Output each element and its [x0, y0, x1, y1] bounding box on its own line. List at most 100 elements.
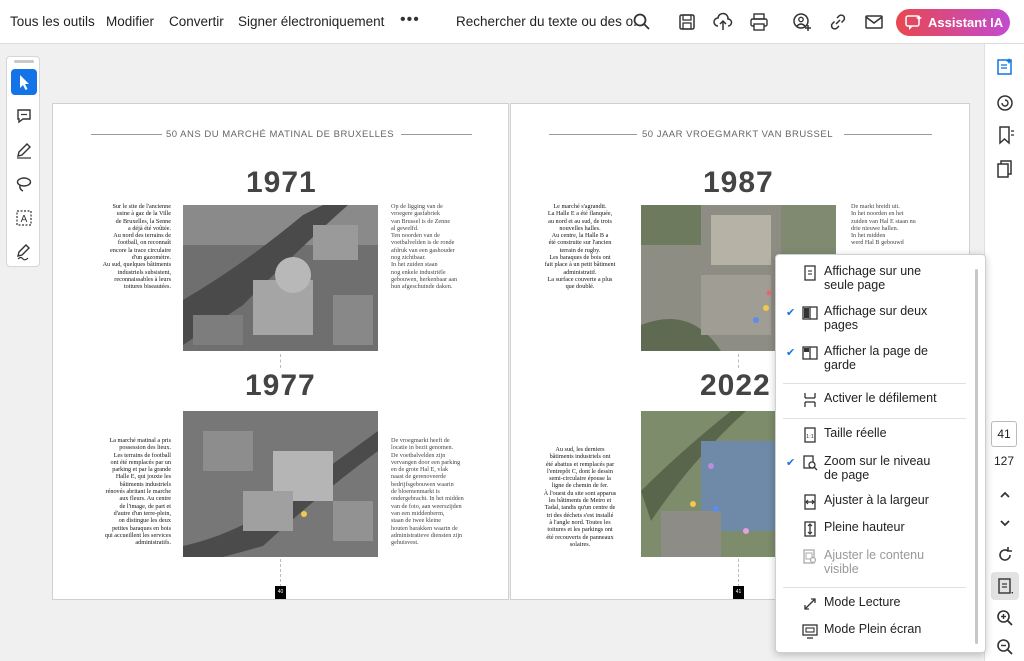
text-select-tool[interactable]: A [11, 205, 37, 231]
caption-fr: Sur le site de l'ancienne usine à gaz de… [102, 203, 171, 291]
caption-nl: Op de ligging van de vroegere gasfabriek… [391, 203, 458, 291]
zoom-in-icon[interactable] [995, 608, 1015, 628]
read-mode-icon [804, 598, 816, 610]
page-number: 40 [275, 586, 286, 599]
two-page-icon [802, 306, 818, 320]
single-page-icon [804, 265, 816, 281]
menu-item-label: Activer le défilement [824, 391, 937, 405]
checkmark-icon: ✔ [786, 347, 796, 359]
year-label: 2022 [700, 369, 771, 402]
edit-panel-icon[interactable] [995, 57, 1015, 77]
comment-panel-icon[interactable] [995, 93, 1015, 113]
search-icon[interactable] [632, 12, 652, 32]
menu-e-sign[interactable]: Signer électroniquement [238, 0, 384, 44]
svg-text:1:1: 1:1 [806, 434, 814, 440]
rotate-icon[interactable] [995, 545, 1015, 565]
aerial-photo-2022 [641, 411, 776, 557]
bookmark-panel-icon[interactable] [995, 125, 1015, 145]
year-label: 1987 [703, 166, 774, 199]
lasso-tool[interactable] [11, 171, 37, 197]
menu-scrollbar[interactable] [975, 269, 978, 644]
ai-assistant-label: Assistant IA [928, 15, 1004, 30]
select-tool[interactable] [11, 69, 37, 95]
chevron-down-icon[interactable] [995, 513, 1015, 533]
sign-icon [17, 244, 30, 261]
ai-assistant-icon [905, 15, 922, 30]
caption-fr: Au sud, les derniers bâtiments industrie… [543, 446, 617, 548]
menu-item-label: Zoom sur le niveau de page [824, 454, 931, 482]
add-user-icon[interactable] [792, 12, 812, 32]
lasso-icon [16, 177, 32, 192]
print-icon[interactable] [749, 12, 769, 32]
menu-item-cover-page[interactable]: ✔ Afficher la page de garde [776, 344, 966, 373]
select-cursor-icon [20, 75, 29, 90]
menu-item-actual-size[interactable]: 1:1 Taille réelle [776, 426, 966, 443]
title-rule-right [401, 134, 472, 135]
draw-tool[interactable] [11, 137, 37, 163]
cover-page-icon [802, 346, 818, 360]
menu-separator [783, 587, 966, 588]
menu-item-enable-scroll[interactable]: Activer le défilement [776, 391, 966, 408]
save-icon[interactable] [677, 12, 697, 32]
menu-edit[interactable]: Modifier [106, 0, 154, 44]
menu-item-zoom-page[interactable]: ✔ Zoom sur le niveau de page [776, 454, 966, 483]
mail-icon[interactable] [864, 12, 884, 32]
zoom-page-icon [803, 455, 818, 471]
fit-width-icon [804, 494, 816, 510]
page-display-menu: Affichage sur une seule page ✔ Affichage… [775, 254, 986, 653]
aerial-photo-1977 [183, 411, 378, 557]
sign-tool[interactable] [11, 239, 37, 265]
menu-convert[interactable]: Convertir [169, 0, 224, 44]
aerial-photo-1971 [183, 205, 378, 351]
upload-icon[interactable] [713, 12, 733, 32]
ai-assistant-button[interactable]: Assistant IA [896, 9, 1010, 36]
total-pages: 127 [993, 454, 1015, 468]
menu-item-label: Mode Plein écran [824, 622, 922, 636]
comment-tool[interactable] [11, 103, 37, 129]
menu-item-label: Ajuster le contenu visible [824, 548, 925, 576]
timeline-dash [738, 559, 739, 587]
page-number: 41 [733, 586, 744, 599]
title-rule-left [91, 134, 162, 135]
pages-panel-icon[interactable] [995, 159, 1015, 179]
menu-item-label: Afficher la page de garde [824, 344, 929, 372]
menu-item-full-height[interactable]: Pleine hauteur [776, 520, 966, 537]
menu-separator [783, 418, 966, 419]
menu-item-two-page[interactable]: ✔ Affichage sur deux pages [776, 304, 966, 333]
top-toolbar: Tous les outils Modifier Convertir Signe… [0, 0, 1024, 44]
search-label[interactable]: Rechercher du texte ou des o... [456, 0, 644, 44]
checkmark-icon: ✔ [786, 457, 796, 469]
page-left: 50 ANS DU MARCHÉ MATINAL DE BRUXELLES 19… [52, 103, 509, 600]
draw-icon [17, 143, 31, 159]
zoom-out-icon[interactable] [995, 637, 1015, 657]
menu-item-fit-width[interactable]: Ajuster à la largeur [776, 493, 966, 510]
menu-item-label: Pleine hauteur [824, 520, 905, 534]
timeline-dash [280, 354, 281, 368]
page-display-icon [998, 578, 1013, 594]
more-tools-button[interactable]: ••• [400, 0, 420, 44]
page-title-fr: 50 ANS DU MARCHÉ MATINAL DE BRUXELLES [166, 129, 395, 140]
fit-visible-icon [803, 549, 817, 564]
timeline-dash [738, 354, 739, 368]
full-height-icon [804, 521, 816, 537]
title-rule-left [549, 134, 637, 135]
link-icon[interactable] [828, 12, 848, 32]
menu-all-tools[interactable]: Tous les outils [10, 0, 95, 44]
text-select-icon: A [16, 210, 32, 226]
actual-size-icon: 1:1 [804, 427, 816, 443]
caption-fr: Le marché s'agrandit. La Halle E a été f… [544, 203, 616, 291]
year-label: 1977 [245, 369, 316, 402]
menu-item-single-page[interactable]: Affichage sur une seule page [776, 264, 966, 293]
current-page-input[interactable]: 41 [991, 421, 1017, 447]
fullscreen-icon [802, 624, 818, 639]
scroll-icon [804, 393, 816, 407]
page-display-button[interactable] [991, 572, 1019, 600]
menu-item-label: Taille réelle [824, 426, 887, 440]
timeline-dash [280, 559, 281, 587]
svg-text:A: A [21, 214, 28, 225]
chevron-up-icon[interactable] [995, 485, 1015, 505]
menu-item-label: Affichage sur deux pages [824, 304, 928, 332]
panel-grip[interactable] [14, 60, 34, 63]
menu-item-read-mode[interactable]: Mode Lecture [776, 595, 966, 612]
menu-item-fullscreen[interactable]: Mode Plein écran [776, 622, 966, 639]
